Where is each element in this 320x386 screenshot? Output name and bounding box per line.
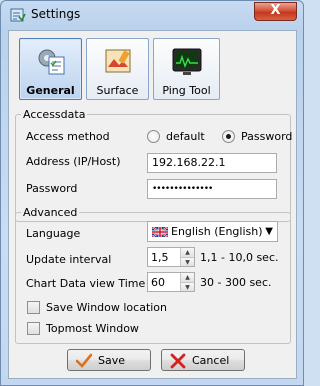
window-title: Settings <box>31 7 81 21</box>
radio-default[interactable] <box>147 130 160 143</box>
spin-up-icon[interactable]: ▲ <box>181 273 194 282</box>
title-bar[interactable]: Settings X <box>1 1 303 29</box>
save-window-location-checkbox[interactable] <box>27 301 40 314</box>
cancel-button[interactable]: Cancel <box>161 349 245 371</box>
general-settings-icon <box>38 49 65 75</box>
tab-ping-tool-label: Ping Tool <box>162 84 211 97</box>
radio-selected-dot <box>226 134 231 139</box>
tab-general[interactable]: General <box>19 38 82 100</box>
close-button[interactable]: X <box>254 2 297 21</box>
settings-tab-bar: General Surface Ping Tool <box>9 31 296 105</box>
window-client-area: General Surface Ping Tool Accessdata Acc… <box>8 30 297 379</box>
update-interval-label: Update interval <box>26 253 112 266</box>
language-label: Language <box>26 227 81 240</box>
uk-flag-icon <box>152 227 168 237</box>
chart-view-time-value: 60 <box>151 276 165 289</box>
chart-view-time-spinner[interactable]: 60 ▲ ▼ <box>147 272 195 292</box>
chart-view-time-label: Chart Data view Time <box>26 277 146 290</box>
cancel-x-icon <box>170 353 186 369</box>
update-interval-spin-buttons: ▲ ▼ <box>180 248 194 266</box>
update-interval-hint: 1,1 - 10,0 sec. <box>200 251 279 264</box>
save-button-label: Save <box>98 354 126 367</box>
topmost-window-label[interactable]: Topmost Window <box>46 322 139 335</box>
topmost-window-checkbox[interactable] <box>27 322 40 335</box>
update-interval-spinner[interactable]: 1,5 ▲ ▼ <box>147 247 195 267</box>
spin-down-icon[interactable]: ▼ <box>181 282 194 291</box>
radio-default-label[interactable]: default <box>166 130 205 143</box>
tab-general-label: General <box>26 84 75 97</box>
password-label: Password <box>26 182 78 195</box>
tab-ping-tool[interactable]: Ping Tool <box>153 38 220 100</box>
radio-password-label[interactable]: Password <box>241 130 292 143</box>
cancel-button-label: Cancel <box>192 354 230 367</box>
language-select[interactable]: English (English) ▼ <box>147 221 278 242</box>
accessdata-legend: Accessdata <box>23 108 86 121</box>
tab-surface[interactable]: Surface <box>86 38 149 100</box>
surface-paint-icon <box>105 49 131 73</box>
address-input[interactable]: 192.168.22.1 <box>147 153 277 173</box>
settings-app-icon <box>10 8 26 22</box>
save-button[interactable]: Save <box>67 349 151 371</box>
settings-window: Settings X General Surface Ping Tool Acc… <box>0 0 304 386</box>
spin-down-icon[interactable]: ▼ <box>181 257 194 266</box>
radio-password[interactable] <box>222 130 235 143</box>
chart-view-time-hint: 30 - 300 sec. <box>200 276 272 289</box>
ping-monitor-icon <box>172 48 202 75</box>
address-label: Address (IP/Host) <box>26 155 121 168</box>
spin-up-icon[interactable]: ▲ <box>181 248 194 257</box>
chart-view-time-spin-buttons: ▲ ▼ <box>180 273 194 291</box>
close-icon: X <box>270 3 281 18</box>
update-interval-value: 1,5 <box>151 251 169 264</box>
save-window-location-label[interactable]: Save Window location <box>46 301 167 314</box>
language-value: English (English) <box>171 225 263 238</box>
chevron-down-icon: ▼ <box>265 226 273 237</box>
tab-surface-label: Surface <box>96 84 139 97</box>
access-method-label: Access method <box>26 130 110 143</box>
advanced-legend: Advanced <box>23 206 78 219</box>
checkmark-icon <box>76 353 92 368</box>
password-input[interactable]: •••••••••••••• <box>147 179 277 199</box>
